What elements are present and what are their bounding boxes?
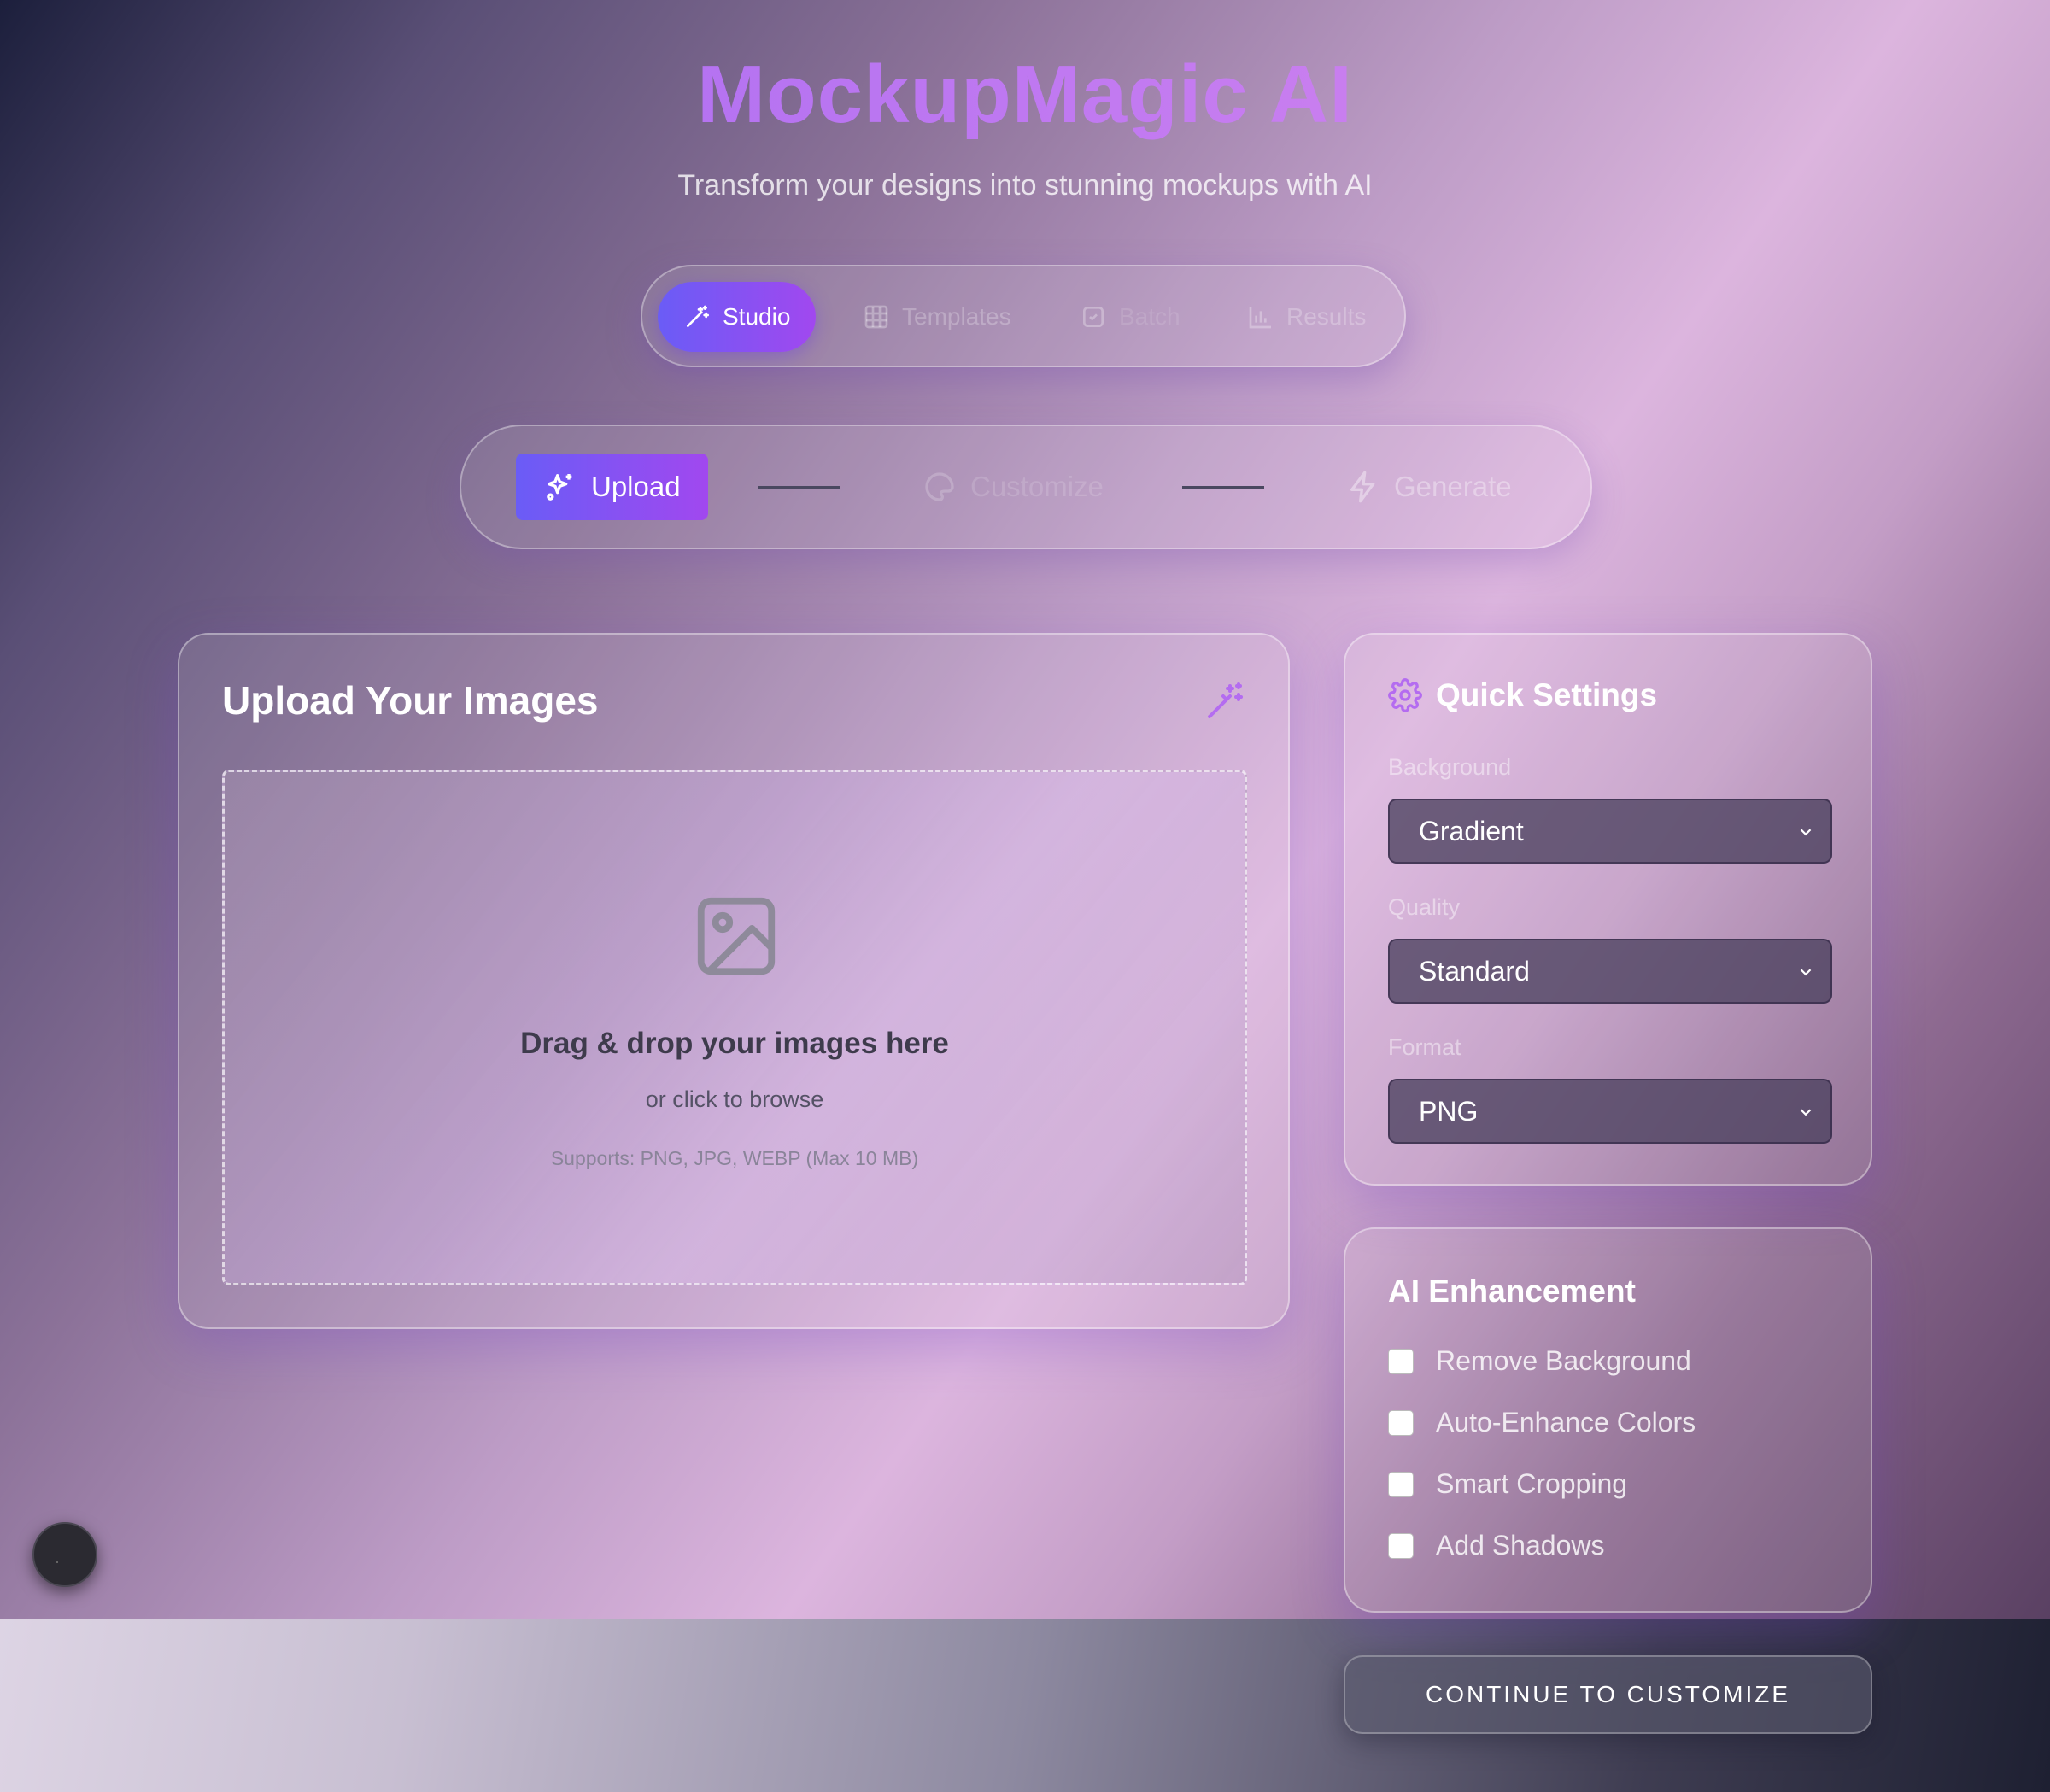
ai-enhancement-title: AI Enhancement — [1388, 1274, 1636, 1309]
option-add-shadows[interactable]: Add Shadows — [1388, 1530, 1604, 1561]
sparkles-icon — [547, 474, 572, 501]
lightning-icon — [1350, 471, 1375, 503]
step-upload[interactable]: Upload — [516, 454, 708, 520]
upload-panel: Upload Your Images Drag & drop your imag… — [178, 633, 1290, 1329]
magic-wand-icon — [1208, 682, 1243, 718]
continue-button[interactable]: CONTINUE TO CUSTOMIZE — [1344, 1655, 1872, 1734]
palette-icon — [925, 472, 954, 501]
tab-studio[interactable]: Studio — [658, 282, 817, 352]
auto-enhance-colors-checkbox[interactable] — [1388, 1409, 1414, 1436]
chevron-down-icon — [1800, 969, 1812, 976]
tab-templates[interactable]: Templates — [863, 282, 1011, 352]
step-connector — [758, 486, 840, 489]
remove-background-label: Remove Background — [1436, 1345, 1691, 1376]
step-generate-label: Generate — [1394, 471, 1512, 502]
step-customize[interactable]: Customize — [922, 454, 1104, 520]
progress-steps: Upload Customize Generate — [460, 425, 1592, 549]
tab-results-label: Results — [1286, 303, 1367, 330]
quality-label: Quality — [1388, 894, 1461, 920]
background-select[interactable]: Gradient — [1388, 799, 1832, 864]
format-select-value: PNG — [1419, 1095, 1479, 1127]
bar-chart-icon — [1249, 307, 1271, 329]
step-customize-label: Customize — [970, 471, 1104, 502]
app-title: MockupMagic AI — [0, 48, 2050, 142]
background-select-value: Gradient — [1419, 815, 1524, 846]
floating-button-dot — [56, 1561, 58, 1563]
dropzone-subtitle: or click to browse — [645, 1086, 824, 1112]
grid-icon — [864, 305, 888, 329]
chevron-down-icon — [1800, 1109, 1812, 1116]
step-connector — [1182, 486, 1264, 489]
dropzone[interactable]: Drag & drop your images here or click to… — [222, 770, 1247, 1285]
format-label: Format — [1388, 1034, 1461, 1060]
upload-title: Upload Your Images — [222, 678, 599, 723]
background-label: Background — [1388, 754, 1512, 780]
ai-enhancement-heading: AI Enhancement — [1388, 1274, 1636, 1309]
tab-results[interactable]: Results — [1247, 282, 1366, 352]
auto-enhance-colors-label: Auto-Enhance Colors — [1436, 1407, 1696, 1438]
supported-formats: Supports: PNG, JPG, WEBP (Max 10 MB) — [550, 1147, 919, 1169]
app-subtitle: Transform your designs into stunning moc… — [677, 169, 1373, 202]
gear-icon — [1388, 678, 1422, 712]
add-shadows-checkbox[interactable] — [1388, 1532, 1414, 1559]
main-nav: Studio Templates Batch Results — [641, 265, 1406, 367]
ai-enhancement-panel: AI Enhancement Remove Background Auto-En… — [1344, 1227, 1872, 1613]
tab-batch[interactable]: Batch — [1080, 282, 1180, 352]
quick-settings-title: Quick Settings — [1436, 677, 1658, 712]
floating-action-button[interactable] — [32, 1522, 97, 1587]
dropzone-title: Drag & drop your images here — [520, 1027, 949, 1060]
format-select[interactable]: PNG — [1388, 1079, 1832, 1144]
step-upload-label: Upload — [591, 471, 681, 502]
quality-select[interactable]: Standard — [1388, 939, 1832, 1004]
image-icon — [697, 897, 776, 975]
smart-cropping-checkbox[interactable] — [1388, 1471, 1414, 1497]
quick-settings-panel: Quick Settings Background Gradient Quali… — [1344, 633, 1872, 1186]
tab-templates-label: Templates — [902, 303, 1011, 330]
option-smart-cropping[interactable]: Smart Cropping — [1388, 1468, 1627, 1500]
add-shadows-label: Add Shadows — [1436, 1530, 1605, 1561]
step-generate[interactable]: Generate — [1346, 454, 1512, 520]
tab-studio-label: Studio — [723, 303, 791, 330]
layers-icon — [1083, 307, 1104, 327]
quick-settings-heading: Quick Settings — [1388, 677, 1657, 713]
quality-select-value: Standard — [1419, 955, 1530, 987]
remove-background-checkbox[interactable] — [1388, 1348, 1414, 1374]
chevron-down-icon — [1800, 829, 1812, 836]
option-auto-enhance-colors[interactable]: Auto-Enhance Colors — [1388, 1407, 1696, 1438]
smart-cropping-label: Smart Cropping — [1436, 1468, 1628, 1499]
option-remove-background[interactable]: Remove Background — [1388, 1345, 1691, 1377]
tab-batch-label: Batch — [1119, 303, 1180, 330]
magic-wand-icon — [687, 305, 709, 327]
